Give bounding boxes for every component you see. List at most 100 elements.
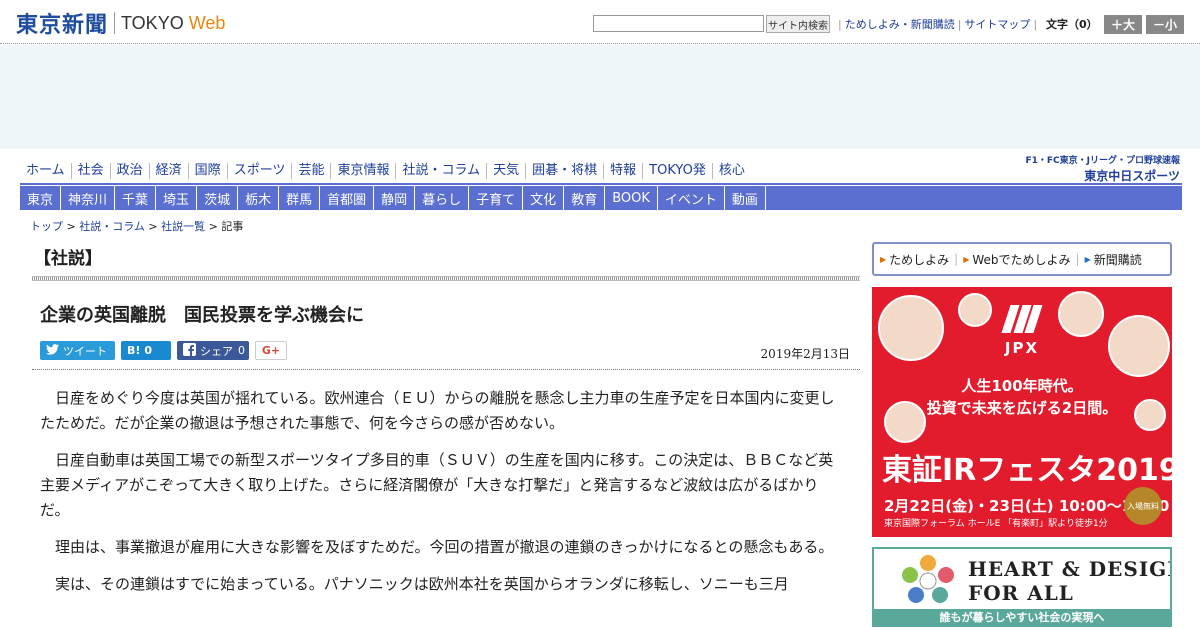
- heart-design-ad-banner[interactable]: HEART & DESIGN FOR ALL 誰もが暮らしやすい社会の実現へ: [872, 547, 1172, 627]
- jpx-logo-icon: [1001, 305, 1043, 333]
- logo-english: TOKYO: [121, 12, 184, 33]
- arrow-right-icon: ▶: [963, 254, 970, 264]
- twitter-bird-icon: [46, 343, 59, 358]
- google-plus-icon: G+: [261, 344, 281, 357]
- nav-item-society[interactable]: 社会: [70, 163, 110, 179]
- region-item-shizuoka[interactable]: 静岡: [374, 186, 416, 210]
- region-item-kanagawa[interactable]: 神奈川: [61, 186, 116, 210]
- ir-festa-ad-banner[interactable]: JPX 人生100年時代。 投資で未来を広げる2日間。 東証IRフェスタ2019…: [872, 287, 1172, 537]
- region-item-chiba[interactable]: 千葉: [115, 186, 157, 210]
- hatena-bookmark-count: 0: [144, 344, 153, 357]
- top-bar: 東京新聞 TOKYO Web サイト内検索 | ためしよみ・新聞購読 | サイト…: [0, 0, 1200, 44]
- sponsor-subtitle: F1・FC東京・Jリーグ・プロ野球速報: [1025, 156, 1180, 166]
- nav-item-entertainment[interactable]: 芸能: [291, 163, 330, 179]
- section-divider: [32, 276, 860, 281]
- banner-caption: 誰もが暮らしやすい社会の実現へ: [874, 609, 1170, 625]
- search-input[interactable]: [593, 15, 764, 32]
- region-item-education[interactable]: 教育: [564, 186, 606, 210]
- tochu-sports-link[interactable]: F1・FC東京・Jリーグ・プロ野球速報 東京中日スポーツ: [1020, 153, 1180, 184]
- arrow-right-icon: ▶: [880, 254, 887, 264]
- site-logo[interactable]: 東京新聞 TOKYO Web: [16, 9, 226, 38]
- site-search-button[interactable]: サイト内検索: [766, 15, 830, 33]
- banner-heading-line-1: HEART & DESIGN: [968, 557, 1172, 581]
- nav-item-home[interactable]: ホーム: [20, 163, 71, 179]
- facebook-icon: [183, 342, 196, 359]
- breadcrumb-current: 記事: [221, 220, 244, 233]
- font-decrease-button[interactable]: －小: [1146, 15, 1184, 34]
- nav-item-tokyo-info[interactable]: 東京情報: [330, 163, 395, 179]
- font-size-label: 文字（0）: [1046, 18, 1098, 31]
- breadcrumb-top[interactable]: トップ: [30, 220, 63, 233]
- web-trial-read-link[interactable]: Webでためしよみ: [972, 251, 1070, 268]
- sitemap-link[interactable]: サイトマップ: [964, 16, 1030, 32]
- breadcrumb: トップ > 社説・コラム > 社説一覧 > 記事: [30, 220, 244, 233]
- nav-item-go-shogi[interactable]: 囲碁・将棋: [525, 163, 603, 179]
- nav-divider: [20, 183, 1182, 185]
- article-divider: [32, 369, 860, 370]
- region-item-book[interactable]: BOOK: [605, 186, 658, 210]
- region-item-tochigi[interactable]: 栃木: [238, 186, 280, 210]
- article-paragraph: 理由は、事業撤退が雇用に大きな影響を及ぼすためだ。今回の措置が撤退の連鎖のきっか…: [55, 538, 834, 556]
- sponsor-name: 東京中日スポーツ: [1084, 169, 1180, 183]
- region-item-living[interactable]: 暮らし: [415, 186, 470, 210]
- free-entry-badge: 入場無料: [1124, 487, 1162, 525]
- region-item-gunma[interactable]: 群馬: [279, 186, 321, 210]
- nav-item-special-report[interactable]: 特報: [603, 163, 642, 179]
- logo-japanese: 東京新聞: [16, 12, 109, 38]
- google-plus-button[interactable]: G+: [255, 341, 287, 360]
- region-item-shutoken[interactable]: 首都圏: [320, 186, 375, 210]
- region-item-tokyo[interactable]: 東京: [20, 186, 62, 210]
- sidebar-subscription-links: ▶ ためしよみ | ▶ Webでためしよみ | ▶ 新聞購読: [872, 242, 1172, 276]
- hatena-bookmark-icon: B!: [127, 344, 141, 357]
- flower-logo-icon: [902, 555, 954, 603]
- facebook-share-count: 0: [238, 344, 245, 357]
- region-item-ibaraki[interactable]: 茨城: [197, 186, 239, 210]
- region-nav: 東京 神奈川 千葉 埼玉 茨城 栃木 群馬 首都圏 静岡 暮らし 子育て 文化 …: [20, 186, 1182, 210]
- twitter-share-button[interactable]: ツイート: [40, 341, 115, 360]
- article-body: 日産をめぐり今度は英国が揺れている。欧州連合（ＥＵ）からの離脱を懸念し主力車の生…: [40, 386, 848, 609]
- nav-item-international[interactable]: 国際: [187, 163, 227, 179]
- subscribe-link[interactable]: 新聞購読: [1094, 251, 1142, 268]
- logo-divider: [114, 12, 116, 34]
- breadcrumb-editorial-list[interactable]: 社説一覧: [161, 220, 205, 233]
- facebook-share-button[interactable]: シェア 0: [177, 341, 249, 360]
- region-item-event[interactable]: イベント: [658, 186, 725, 210]
- nav-item-editorial-column[interactable]: 社説・コラム: [395, 163, 486, 179]
- banner-title: 東証IRフェスタ2019: [882, 453, 1172, 488]
- trial-subscribe-link[interactable]: ためしよみ・新聞購読: [845, 16, 955, 32]
- twitter-share-label: ツイート: [63, 344, 107, 358]
- facebook-share-label: シェア: [200, 344, 233, 358]
- article-paragraph: 日産自動車は英国工場での新型スポーツタイプ多目的車（ＳＵＶ）の生産を国内に移す。…: [40, 451, 834, 519]
- nav-item-tokyo-hatsu[interactable]: TOKYO発: [642, 163, 712, 179]
- region-item-saitama[interactable]: 埼玉: [156, 186, 198, 210]
- banner-tagline-2: 投資で未来を広げる2日間。: [926, 399, 1118, 417]
- nav-item-politics[interactable]: 政治: [109, 163, 149, 179]
- person-photo: [958, 293, 992, 327]
- banner-org: JPX: [1004, 339, 1040, 357]
- arrow-right-icon: ▶: [1084, 254, 1091, 264]
- region-item-parenting[interactable]: 子育て: [469, 186, 524, 210]
- ad-banner-area: [0, 45, 1200, 149]
- article-date: 2019年2月13日: [760, 347, 850, 361]
- nav-item-core[interactable]: 核心: [711, 163, 751, 179]
- banner-venue: 東京国際フォーラム ホールE 「有楽町」駅より徒歩1分: [884, 519, 1108, 529]
- nav-item-weather[interactable]: 天気: [486, 163, 525, 179]
- hatena-bookmark-button[interactable]: B! 0: [121, 341, 171, 360]
- breadcrumb-editorial-column[interactable]: 社説・コラム: [79, 220, 145, 233]
- main-nav: ホーム 社会 政治 経済 国際 スポーツ 芸能 東京情報 社説・コラム 天気 囲…: [20, 160, 751, 182]
- section-title: 【社説】: [34, 249, 102, 269]
- person-photo: [1058, 291, 1104, 337]
- nav-item-sports[interactable]: スポーツ: [226, 163, 292, 179]
- article-headline: 企業の英国離脱 国民投票を学ぶ機会に: [40, 305, 364, 326]
- font-increase-button[interactable]: ＋大: [1104, 15, 1142, 34]
- trial-read-link[interactable]: ためしよみ: [889, 251, 949, 268]
- header-links: | ためしよみ・新聞購読 | サイトマップ |: [838, 16, 1038, 32]
- banner-tagline-1: 人生100年時代。: [961, 377, 1083, 395]
- article-paragraph: 実は、その連鎖はすでに始まっている。パナソニックは欧州本社を英国からオランダに移…: [55, 575, 789, 593]
- article-paragraph: 日産をめぐり今度は英国が揺れている。欧州連合（ＥＵ）からの離脱を懸念し主力車の生…: [40, 389, 835, 432]
- nav-item-economy[interactable]: 経済: [148, 163, 188, 179]
- logo-web: Web: [188, 12, 226, 33]
- region-item-video[interactable]: 動画: [725, 186, 766, 210]
- region-item-culture[interactable]: 文化: [523, 186, 565, 210]
- banner-heading-line-2: FOR ALL: [968, 581, 1074, 605]
